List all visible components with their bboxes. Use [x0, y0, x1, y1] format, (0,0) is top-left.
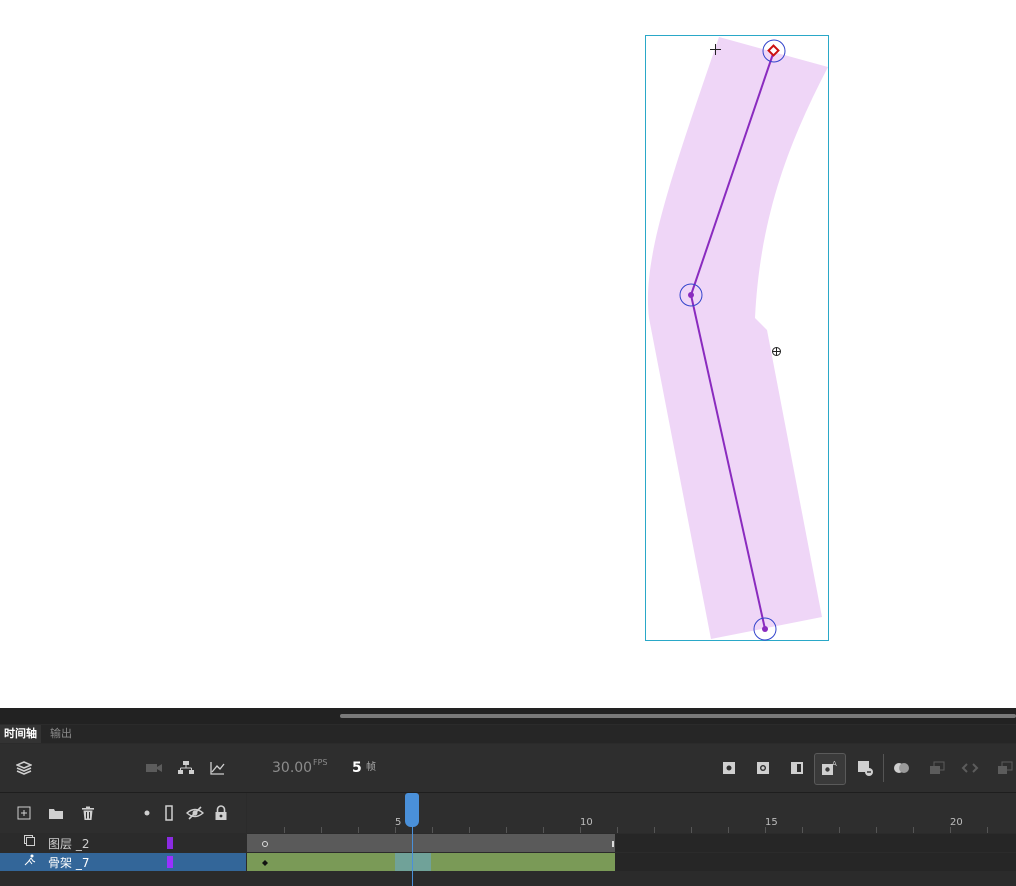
ruler-label-20: 20 [950, 817, 963, 828]
ruler-label-15: 15 [765, 817, 778, 828]
frames-row-armature-7[interactable] [247, 853, 1016, 871]
highlight-layers-icon[interactable] [138, 804, 156, 822]
transform-point-icon[interactable] [772, 347, 781, 356]
toolbar-separator [883, 754, 884, 782]
scrollbar-thumb[interactable] [340, 714, 1016, 718]
insert-frame-icon[interactable] [788, 759, 806, 777]
tab-timeline[interactable]: 时间轴 [0, 725, 41, 743]
svg-text:A: A [832, 760, 837, 768]
span-end-marker [612, 841, 614, 847]
joint-bottom-dot [762, 626, 768, 632]
stage-canvas[interactable] [0, 0, 1016, 708]
ruler-label-10: 10 [580, 817, 593, 828]
armature-layer-icon [24, 854, 36, 869]
layer-header [0, 793, 246, 833]
ruler-label-5: 5 [395, 817, 402, 828]
armature-shape[interactable] [647, 37, 828, 639]
paste-frames-icon[interactable] [996, 759, 1014, 777]
remove-keyframe-icon[interactable] [856, 759, 874, 777]
fps-value[interactable]: 30.00 [272, 760, 312, 776]
layer-name[interactable]: 骨架 _7 [48, 854, 89, 871]
panel-tabs: 时间轴 输出 [0, 725, 1016, 743]
onion-skin-icon[interactable] [893, 759, 911, 777]
current-frame[interactable]: 5 [352, 760, 362, 776]
keyframe-marker [262, 841, 268, 847]
pose-marker [262, 860, 268, 866]
layer-icon [24, 835, 35, 849]
stage[interactable] [0, 0, 1016, 708]
fps-unit: FPS [313, 758, 328, 767]
timeline-toolbar: 30.00 FPS 5 帧 A [0, 744, 1016, 793]
sync-arrows-icon[interactable] [961, 759, 979, 777]
delete-layer-icon[interactable] [79, 804, 97, 822]
frames-row-layer-2[interactable] [247, 834, 1016, 852]
layer-row-layer-2[interactable]: 图层 _2 [0, 834, 246, 852]
visibility-toggle-icon[interactable] [186, 804, 204, 822]
joint-middle-dot [688, 292, 694, 298]
lock-toggle-icon[interactable] [212, 804, 230, 822]
insert-blank-keyframe-icon[interactable] [754, 759, 772, 777]
playhead[interactable] [405, 793, 419, 827]
auto-keyframe-icon: A [820, 759, 838, 777]
panel-scrollbar[interactable] [0, 708, 1016, 724]
layer-name[interactable]: 图层 _2 [48, 835, 89, 852]
layer-row-armature-7[interactable]: 骨架 _7 [0, 853, 246, 871]
layers-icon[interactable] [15, 759, 33, 777]
layer-color-swatch[interactable] [167, 837, 173, 849]
new-folder-icon[interactable] [47, 804, 65, 822]
edit-multiple-frames-icon[interactable] [928, 759, 946, 777]
tab-output[interactable]: 输出 [46, 725, 76, 743]
camera-icon[interactable] [145, 759, 163, 777]
outline-toggle-icon[interactable] [160, 804, 178, 822]
frame-ruler[interactable]: 5 10 15 20 [247, 793, 1016, 833]
layer-color-swatch[interactable] [167, 856, 173, 868]
insert-keyframe-icon[interactable] [720, 759, 738, 777]
timeline-panel: 时间轴 输出 30.00 FPS 5 帧 A 5 10 15 20 图层 _2 … [0, 708, 1016, 886]
new-layer-icon[interactable] [15, 804, 33, 822]
graph-editor-icon[interactable] [208, 759, 226, 777]
frame-unit: 帧 [366, 762, 376, 773]
layer-parenting-icon[interactable] [177, 759, 195, 777]
